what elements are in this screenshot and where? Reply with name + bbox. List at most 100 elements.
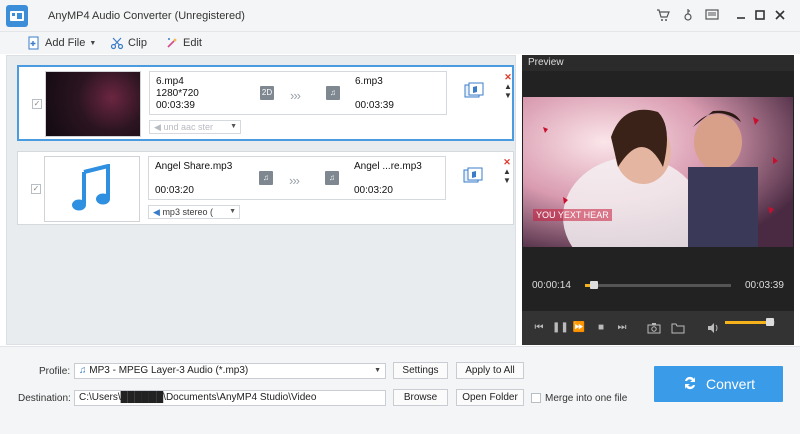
skip-forward-icon[interactable]: ⏭ — [615, 321, 629, 335]
toolbar: Add File ▼ Clip Edit — [0, 32, 800, 54]
edit-button[interactable]: Edit — [165, 35, 202, 51]
source-duration: 00:03:20 — [155, 185, 194, 196]
seek-handle[interactable] — [590, 281, 599, 289]
audio-track-label: und aac ster — [163, 122, 213, 132]
title-bar: AnyMP4 Audio Converter (Unregistered) — [0, 0, 800, 32]
move-down-icon[interactable]: ▼ — [503, 91, 513, 100]
apply-to-all-button[interactable]: Apply to All — [456, 362, 524, 379]
move-down-icon[interactable]: ▼ — [502, 176, 512, 185]
speaker-icon: ◀ — [154, 122, 161, 132]
pause-icon[interactable]: ❚❚ — [552, 321, 569, 335]
audio-track-select[interactable]: ◀ mp3 stereo ( ▼ — [148, 205, 240, 219]
file-info-box: Angel Share.mp3 00:03:20 ♫ ››› ♫ Angel .… — [148, 156, 446, 200]
file-info-box: 6.mp4 1280*720 00:03:39 2D ››› ♫ 6.mp3 0… — [149, 71, 447, 115]
file-row[interactable]: ✓ Angel Share.mp3 00:03:20 ♫ ››› ♫ Angel… — [17, 151, 514, 225]
file-checkbox[interactable]: ✓ — [32, 99, 42, 109]
preview-title: Preview — [522, 55, 794, 71]
audio-track-label: mp3 stereo ( — [162, 207, 213, 217]
music-note-icon: ♫ — [325, 171, 339, 185]
seek-slider[interactable] — [585, 281, 731, 289]
source-filename: 6.mp4 — [156, 76, 184, 87]
camera-icon[interactable] — [647, 321, 661, 335]
window-title: AnyMP4 Audio Converter (Unregistered) — [48, 10, 245, 22]
file-checkbox[interactable]: ✓ — [31, 184, 41, 194]
output-settings-icon[interactable] — [462, 165, 484, 187]
chevron-down-icon: ▼ — [229, 208, 236, 215]
browse-button[interactable]: Browse — [393, 389, 448, 406]
scissors-icon — [110, 36, 124, 50]
convert-arrows-icon: ››› — [289, 173, 300, 188]
source-filename: Angel Share.mp3 — [155, 161, 233, 172]
speaker-icon: ◀ — [153, 207, 160, 217]
move-up-icon[interactable]: ▲ — [502, 167, 512, 176]
volume-slider[interactable] — [725, 318, 775, 326]
merge-label: Merge into one file — [545, 393, 628, 404]
output-filename: Angel ...re.mp3 — [354, 161, 422, 172]
output-settings-icon[interactable] — [463, 80, 485, 102]
convert-arrows-icon: ››› — [290, 88, 301, 103]
convert-icon — [682, 375, 698, 394]
add-file-button[interactable]: Add File ▼ — [27, 35, 96, 51]
add-file-icon — [27, 36, 41, 50]
folder-icon[interactable] — [671, 321, 685, 335]
music-note-icon: ♫ — [326, 86, 340, 100]
fast-forward-icon[interactable]: ⏩ — [572, 321, 586, 335]
feedback-icon[interactable] — [704, 8, 720, 24]
source-duration: 00:03:39 — [156, 100, 195, 111]
convert-label: Convert — [705, 376, 756, 392]
stop-icon[interactable]: ■ — [594, 321, 608, 335]
preview-panel: Preview YOU YEXT HEAR 00:00:14 00:03:39 … — [522, 55, 794, 345]
close-icon[interactable] — [772, 8, 788, 24]
video-overlay-text: YOU YEXT HEAR — [533, 209, 612, 221]
time-total: 00:03:39 — [745, 280, 784, 291]
edit-label: Edit — [183, 37, 202, 49]
row-controls: ✕ ▲ ▼ — [502, 158, 512, 186]
volume-level — [725, 321, 770, 324]
settings-button[interactable]: Settings — [393, 362, 448, 379]
music-note-icon: ♫ — [259, 171, 273, 185]
time-current: 00:00:14 — [532, 280, 571, 291]
audio-track-select[interactable]: ◀ und aac ster ▼ — [149, 120, 241, 134]
chevron-down-icon: ▼ — [230, 123, 237, 130]
output-duration: 00:03:20 — [354, 185, 393, 196]
cart-icon[interactable] — [655, 8, 671, 24]
output-duration: 00:03:39 — [355, 100, 394, 111]
magic-wand-icon — [165, 36, 179, 50]
volume-handle[interactable] — [766, 318, 774, 326]
profile-select[interactable]: ♫ MP3 - MPEG Layer-3 Audio (*.mp3) ▼ — [74, 363, 386, 379]
skip-back-icon[interactable]: ⏮ — [532, 321, 546, 335]
chevron-down-icon: ▼ — [374, 367, 381, 374]
app-logo — [6, 5, 28, 27]
key-icon[interactable] — [680, 8, 696, 24]
volume-icon[interactable] — [706, 321, 720, 335]
delete-icon[interactable]: ✕ — [502, 158, 512, 167]
source-resolution: 1280*720 — [156, 88, 199, 99]
profile-label: Profile: — [39, 366, 71, 377]
convert-button[interactable]: Convert — [654, 366, 783, 402]
player-controls: ⏮ ❚❚ ⏩ ■ ⏭ — [522, 311, 794, 345]
clip-label: Clip — [128, 37, 147, 49]
mp3-file-icon: ♫ — [79, 365, 87, 376]
file-list: ✓ 6.mp4 1280*720 00:03:39 2D ››› ♫ 6.mp3… — [6, 55, 516, 345]
2d-badge: 2D — [260, 86, 274, 100]
destination-label: Destination: — [18, 393, 71, 404]
file-row[interactable]: ✓ 6.mp4 1280*720 00:03:39 2D ››› ♫ 6.mp3… — [17, 65, 514, 141]
audio-thumbnail — [44, 156, 140, 222]
couple-photo — [523, 97, 793, 247]
profile-value: MP3 - MPEG Layer-3 Audio (*.mp3) — [89, 365, 249, 376]
destination-input[interactable]: C:\Users\██████\Documents\AnyMP4 Studio\… — [74, 390, 386, 406]
output-filename: 6.mp3 — [355, 76, 383, 87]
minimize-icon[interactable] — [733, 8, 749, 24]
move-up-icon[interactable]: ▲ — [503, 82, 513, 91]
clip-button[interactable]: Clip — [110, 35, 147, 51]
maximize-icon[interactable] — [752, 8, 768, 24]
add-file-label: Add File — [45, 37, 86, 49]
music-note-icon — [72, 164, 110, 211]
video-thumbnail — [45, 71, 141, 137]
merge-checkbox[interactable] — [531, 393, 541, 403]
delete-icon[interactable]: ✕ — [503, 73, 513, 82]
preview-video: YOU YEXT HEAR — [523, 97, 793, 247]
chevron-down-icon: ▼ — [89, 39, 97, 47]
open-folder-button[interactable]: Open Folder — [456, 389, 524, 406]
row-controls: ✕ ▲ ▼ — [503, 73, 513, 101]
